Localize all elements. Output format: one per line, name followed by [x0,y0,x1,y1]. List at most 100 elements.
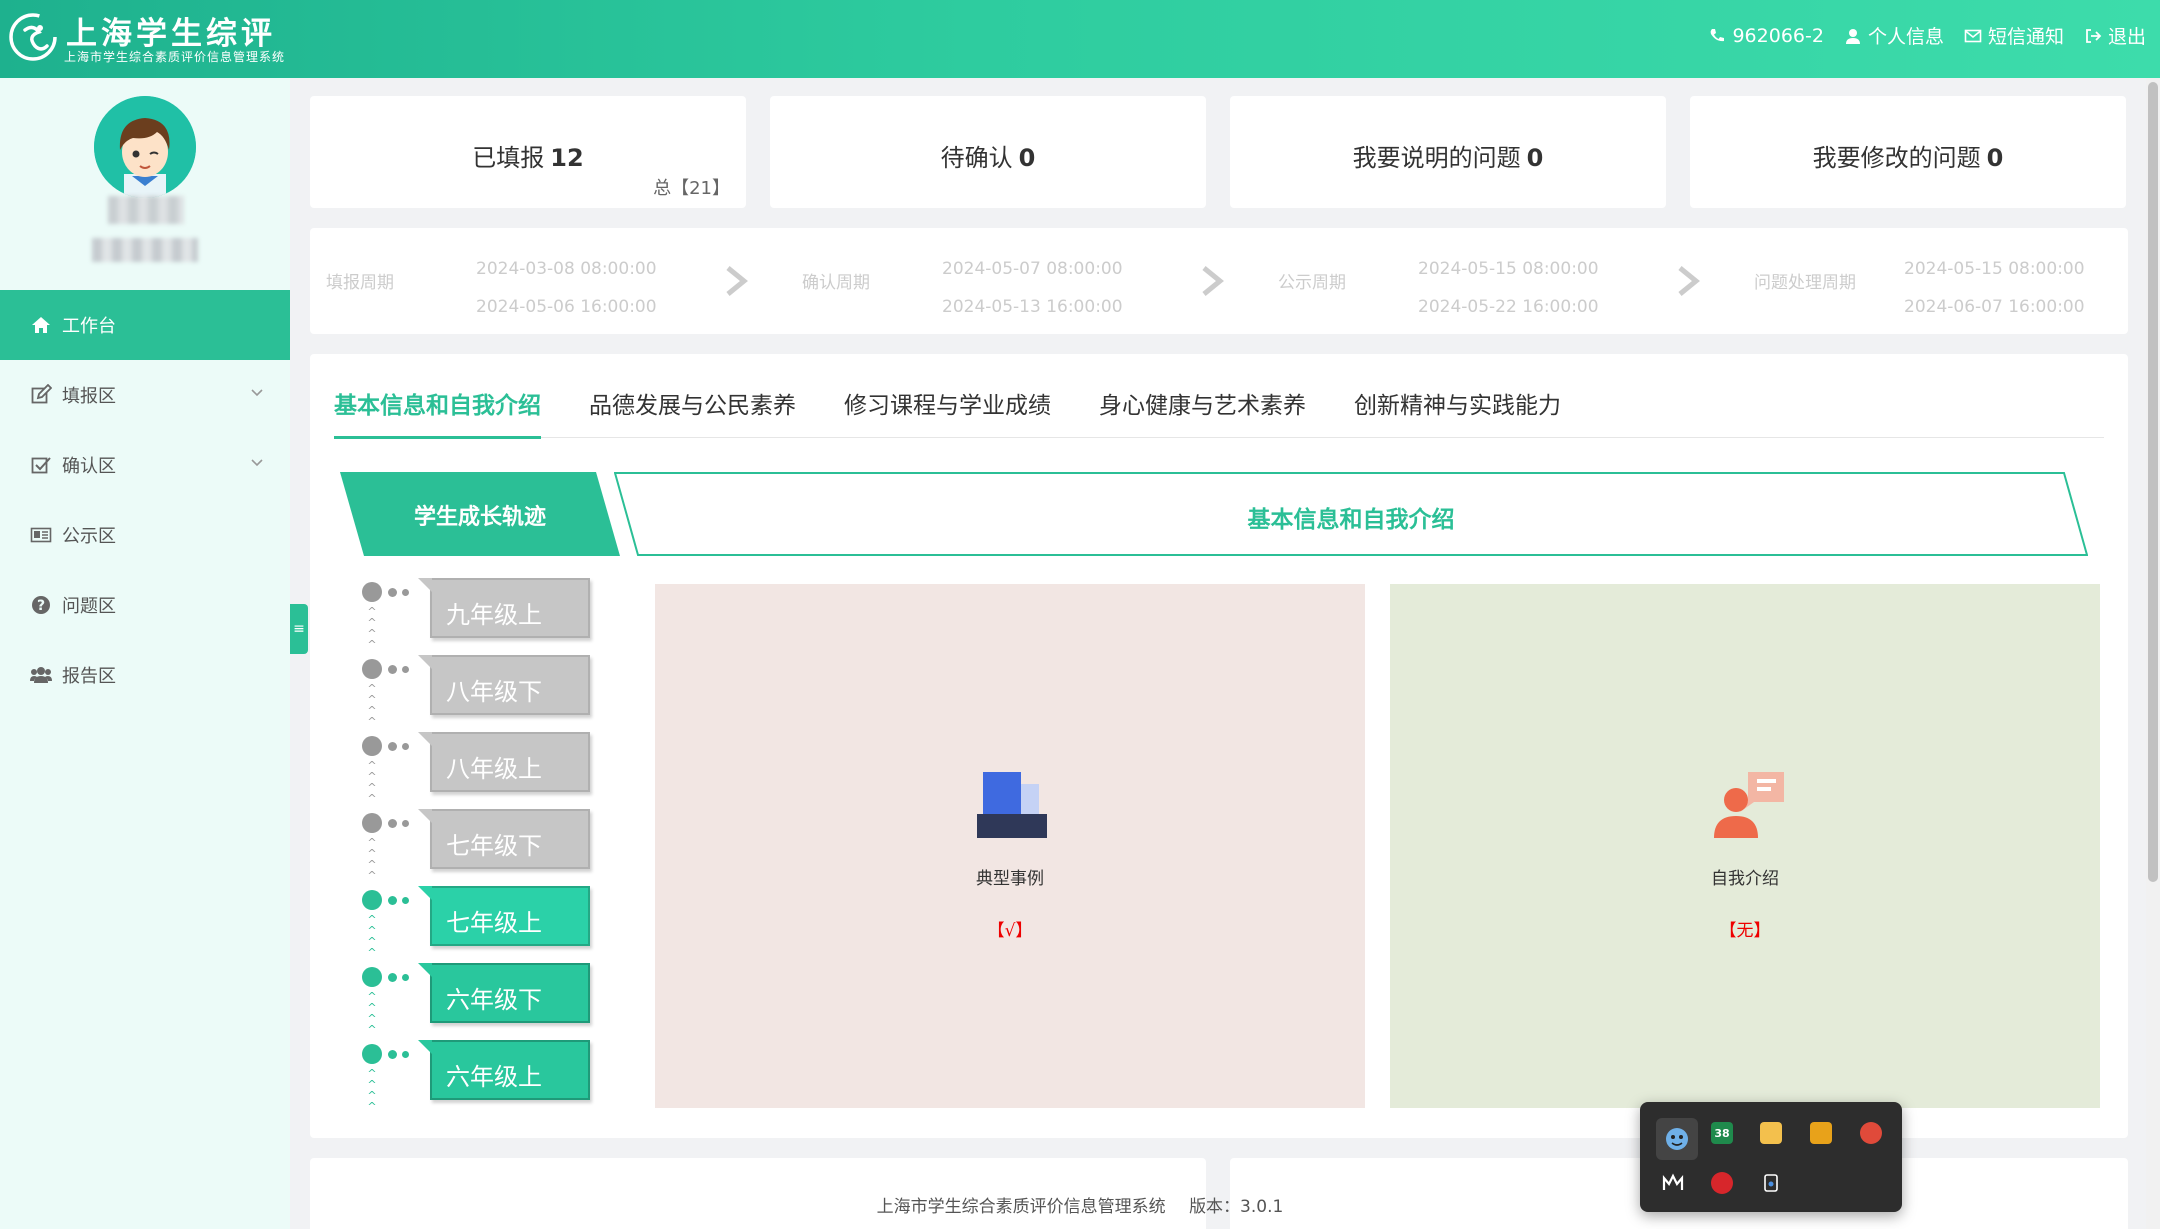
growth-track-tab[interactable]: 学生成长轨迹 [340,472,620,556]
student-name-redacted [108,196,184,224]
system-tray-popup: 38 [1640,1102,1902,1212]
sidebar-item-label: 报告区 [62,666,116,687]
avatar[interactable] [94,96,196,198]
question-circle-icon: ? [32,596,50,614]
sidebar-collapse-toggle[interactable]: ≡ [290,604,308,654]
tray-usb-icon[interactable] [1760,1172,1782,1194]
period-end: 2024-05-06 16:00:00 [476,297,657,317]
timeline-dot [388,896,397,905]
period-start: 2024-05-07 08:00:00 [942,259,1123,279]
timeline-arrows: ^ ^ ^ ^ [367,759,377,805]
stat-card-filled[interactable]: 已填报 12 总【21】 [310,96,746,208]
grade-item[interactable]: ^ ^ ^ ^ 六年级上 [360,1038,600,1115]
chevron-right-icon [1678,266,1700,296]
tab-basic-info[interactable]: 基本信息和自我介绍 [334,386,541,439]
card-status: 【√】 [987,921,1033,941]
timeline-dot [402,743,409,750]
tray-antivirus-icon[interactable] [1711,1172,1733,1194]
logout-label: 退出 [2107,26,2146,48]
sidebar-item-fill-in[interactable]: 填报区 [0,360,290,430]
grade-card[interactable]: 九年级上 [418,578,590,638]
tab-innovation-practice[interactable]: 创新精神与实践能力 [1354,386,1561,438]
users-icon [30,667,52,683]
tray-app-mascot-icon[interactable] [1656,1118,1698,1160]
timeline-arrows: ^ ^ ^ ^ [367,990,377,1036]
timeline-arrows: ^ ^ ^ ^ [367,605,377,651]
timeline-dot [402,897,409,904]
newspaper-icon [30,527,52,543]
section-title: 基本信息和自我介绍 [1247,507,1455,533]
sidebar-item-report[interactable]: 报告区 [0,640,290,710]
stat-card-explain-issues[interactable]: 我要说明的问题 0 [1230,96,1666,208]
logout-link[interactable]: 退出 [2084,22,2146,49]
tray-browser-icon[interactable] [1860,1122,1882,1144]
tab-moral-development[interactable]: 品德发展与公民素养 [589,386,796,438]
grade-item[interactable]: ^ ^ ^ ^ 八年级下 [360,653,600,730]
sidebar-item-label: 确认区 [62,456,116,477]
sidebar-item-label: 公示区 [62,526,116,547]
period-start: 2024-03-08 08:00:00 [476,259,657,279]
hotline: 962066-2 [1708,25,1824,47]
sidebar-item-public[interactable]: 公示区 [0,500,290,570]
tray-shield-icon[interactable] [1810,1122,1832,1144]
timeline-dot [388,665,397,674]
sidebar-item-confirm[interactable]: 确认区 [0,430,290,500]
logout-icon [2086,28,2102,43]
timeline-dot [402,1051,409,1058]
stat-label: 已填报 [472,144,545,172]
grade-label: 六年级上 [446,1063,542,1091]
stat-card-pending-confirm[interactable]: 待确认 0 [770,96,1206,208]
footer-version: 版本：3.0.1 [1189,1197,1284,1217]
stat-value: 0 [1526,144,1544,172]
timeline-dot [362,736,382,756]
sms-notice-link[interactable]: 短信通知 [1964,22,2064,49]
tab-health-arts[interactable]: 身心健康与艺术素养 [1099,386,1306,438]
period-end: 2024-05-13 16:00:00 [942,297,1123,317]
grade-item[interactable]: ^ ^ ^ ^ 八年级上 [360,730,600,807]
tray-calendar-icon[interactable]: 38 [1711,1122,1733,1144]
category-tabs: 基本信息和自我介绍 品德发展与公民素养 修习课程与学业成绩 身心健康与艺术素养 … [334,386,2104,439]
tab-courses-grades[interactable]: 修习课程与学业成绩 [844,386,1051,438]
sidebar-item-questions[interactable]: ? 问题区 [0,570,290,640]
sidebar-item-workbench[interactable]: 工作台 [0,290,290,360]
grade-label: 九年级上 [446,601,542,629]
stat-label: 我要说明的问题 [1352,144,1521,172]
grade-item[interactable]: ^ ^ ^ ^ 九年级上 [360,576,600,653]
grade-card[interactable]: 七年级上 [418,886,590,946]
scrollbar-thumb[interactable] [2148,82,2158,882]
brand-subtitle: 上海市学生综合素质评价信息管理系统 [64,50,286,64]
growth-track-label: 学生成长轨迹 [413,505,546,530]
tray-folder-icon[interactable] [1760,1122,1782,1144]
stat-label: 待确认 [940,144,1013,172]
timeline-dot [362,813,382,833]
grade-card[interactable]: 六年级下 [418,963,590,1023]
period-timeline: 填报周期 2024-03-08 08:00:00 2024-05-06 16:0… [310,228,2128,334]
chevron-right-icon [726,266,748,296]
personal-info-label: 个人信息 [1867,26,1944,48]
grade-card[interactable]: 六年级上 [418,1040,590,1100]
grade-card[interactable]: 七年级下 [418,809,590,869]
timeline-dot [402,820,409,827]
grade-item[interactable]: ^ ^ ^ ^ 七年级上 [360,884,600,961]
typical-cases-card[interactable]: 典型事例 【√】 [655,584,1365,1108]
timeline-dot [362,1044,382,1064]
stat-label: 我要修改的问题 [1812,144,1981,172]
sidebar-item-label: 填报区 [62,386,116,407]
grade-item[interactable]: ^ ^ ^ ^ 七年级下 [360,807,600,884]
self-introduction-card[interactable]: 自我介绍 【无】 [1390,584,2100,1108]
grade-card[interactable]: 八年级上 [418,732,590,792]
personal-info-link[interactable]: 个人信息 [1844,22,1944,49]
period-label: 问题处理周期 [1754,273,1856,293]
bars-icon [1662,1173,1684,1190]
grade-card[interactable]: 八年级下 [418,655,590,715]
sidebar-item-label: 工作台 [62,316,116,337]
grade-label: 七年级下 [446,832,542,860]
timeline-arrows: ^ ^ ^ ^ [367,1067,377,1113]
stat-total: 总【21】 [653,178,730,199]
avatar-image [94,96,196,198]
tray-chart-icon[interactable] [1662,1172,1684,1194]
stat-card-modify-issues[interactable]: 我要修改的问题 0 [1690,96,2126,208]
svg-text:?: ? [37,598,45,614]
grade-item[interactable]: ^ ^ ^ ^ 六年级下 [360,961,600,1038]
envelope-icon [1964,29,1982,42]
